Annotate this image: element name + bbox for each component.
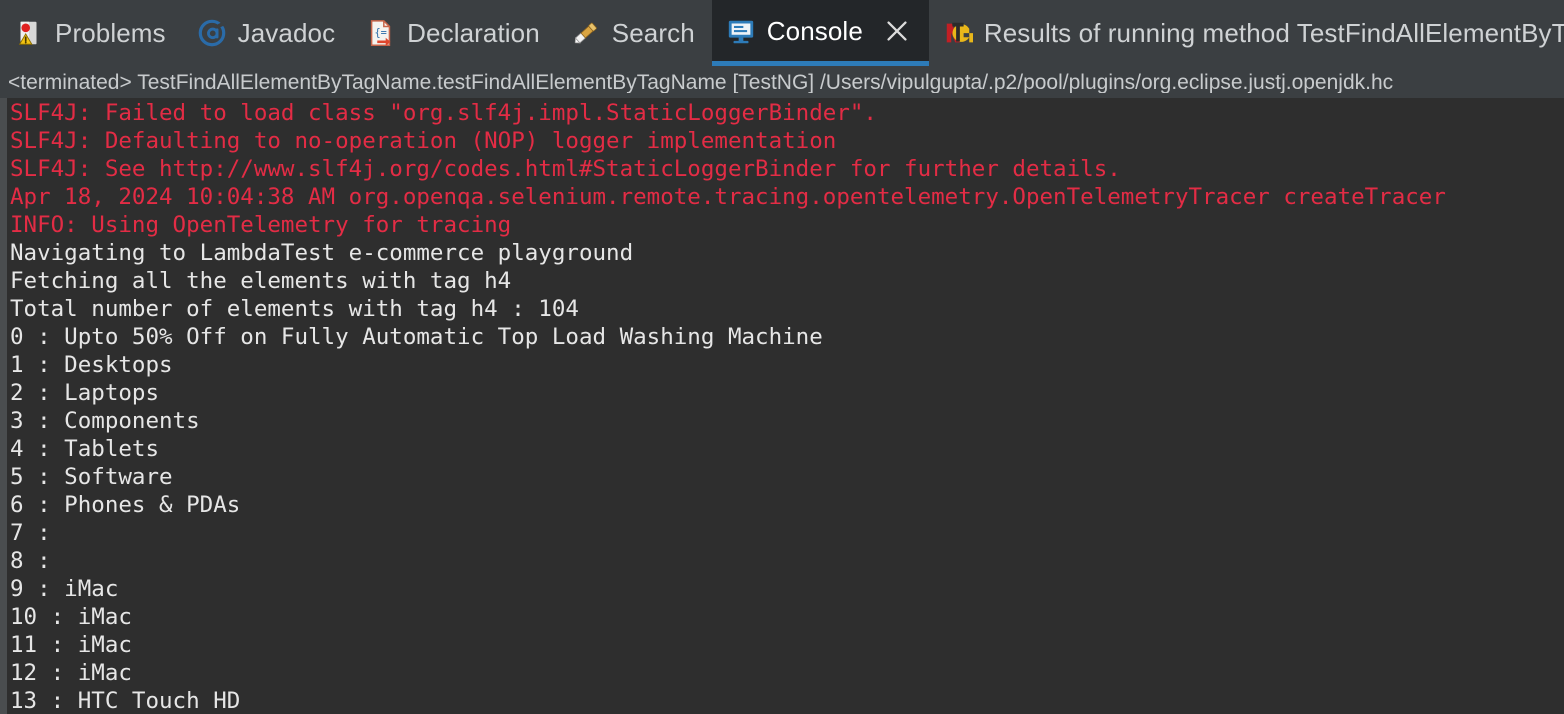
tab-javadoc[interactable]: Javadoc — [183, 0, 353, 66]
console-icon — [726, 16, 756, 46]
console-output-line: 5 : Software — [7, 463, 1564, 491]
console-status-bar: <terminated> TestFindAllElementByTagName… — [0, 66, 1564, 98]
console-error-line: Apr 18, 2024 10:04:38 AM org.openqa.sele… — [7, 183, 1564, 211]
tab-label: Problems — [55, 20, 166, 46]
console-line-list[interactable]: SLF4J: Failed to load class "org.slf4j.i… — [7, 98, 1564, 714]
console-output-line: 3 : Components — [7, 407, 1564, 435]
tab-results[interactable]: Results of running method TestFindAllEle… — [929, 0, 1564, 66]
console-output-line: 6 : Phones & PDAs — [7, 491, 1564, 519]
tab-label: Results of running method TestFindAllEle… — [984, 20, 1564, 46]
search-pencil-icon — [571, 18, 601, 48]
console-left-gutter — [0, 98, 7, 714]
problems-icon — [14, 18, 44, 48]
console-output-line: 2 : Laptops — [7, 379, 1564, 407]
terminated-process-label: <terminated> TestFindAllElementByTagName… — [8, 72, 1393, 93]
console-output-line: 0 : Upto 50% Off on Fully Automatic Top … — [7, 323, 1564, 351]
tab-console[interactable]: Console — [712, 0, 929, 66]
tab-label: Console — [767, 18, 863, 44]
svg-text:{=: {= — [375, 27, 387, 39]
console-output-line: 11 : iMac — [7, 631, 1564, 659]
console-output-line: 4 : Tablets — [7, 435, 1564, 463]
console-output-line: 12 : iMac — [7, 659, 1564, 687]
declaration-icon: {= — [366, 18, 396, 48]
testng-icon — [943, 18, 973, 48]
view-tab-bar: Problems Javadoc {= Declaration Search Consol… — [0, 0, 1564, 66]
javadoc-at-icon — [197, 18, 227, 48]
console-output-line: 1 : Desktops — [7, 351, 1564, 379]
tab-problems[interactable]: Problems — [0, 0, 183, 66]
console-output-line: 7 : — [7, 519, 1564, 547]
console-output-line: 9 : iMac — [7, 575, 1564, 603]
console-output-line: 8 : — [7, 547, 1564, 575]
console-output-area[interactable]: SLF4J: Failed to load class "org.slf4j.i… — [0, 98, 1564, 714]
console-error-line: INFO: Using OpenTelemetry for tracing — [7, 211, 1564, 239]
console-error-line: SLF4J: See http://www.slf4j.org/codes.ht… — [7, 155, 1564, 183]
tab-label: Declaration — [407, 20, 540, 46]
console-output-line: Total number of elements with tag h4 : 1… — [7, 295, 1564, 323]
console-output-line: Navigating to LambdaTest e-commerce play… — [7, 239, 1564, 267]
tab-declaration[interactable]: {= Declaration — [352, 0, 557, 66]
close-icon[interactable] — [882, 16, 912, 46]
console-error-line: SLF4J: Failed to load class "org.slf4j.i… — [7, 99, 1564, 127]
tab-label: Search — [612, 20, 695, 46]
console-error-line: SLF4J: Defaulting to no-operation (NOP) … — [7, 127, 1564, 155]
console-output-line: 10 : iMac — [7, 603, 1564, 631]
tab-label: Javadoc — [238, 20, 336, 46]
console-output-line: Fetching all the elements with tag h4 — [7, 267, 1564, 295]
tab-search[interactable]: Search — [557, 0, 712, 66]
console-output-line: 13 : HTC Touch HD — [7, 687, 1564, 714]
